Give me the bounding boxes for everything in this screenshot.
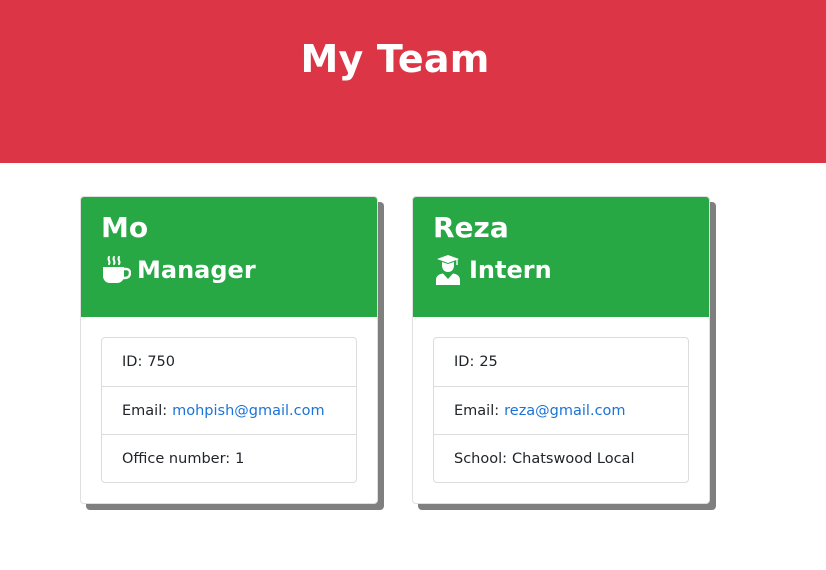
page-title: My Team: [300, 36, 490, 81]
employee-role-label: Intern: [469, 256, 552, 284]
employee-name: Mo: [101, 211, 149, 244]
list-item-id: ID: 25: [434, 338, 688, 386]
user-graduate-icon: [433, 255, 463, 285]
employee-role-label: Manager: [137, 256, 256, 284]
card-body: ID: 25 Email: reza@gmail.com School: Cha…: [413, 317, 709, 503]
employee-role: Intern: [433, 255, 689, 285]
page-header: My Team: [0, 0, 826, 163]
office-number-label: Office number:: [122, 450, 231, 467]
employee-card-manager: Mo Manager ID: 750 Email: mohpish@gmail.…: [80, 196, 378, 504]
card-body: ID: 750 Email: mohpish@gmail.com Office …: [81, 317, 377, 503]
email-link[interactable]: mohpish@gmail.com: [172, 403, 325, 419]
id-label: ID:: [454, 354, 475, 370]
id-value: 25: [479, 354, 498, 370]
card-header: Mo Manager: [81, 197, 377, 317]
employee-card-intern: Reza Intern ID: 25 Email: reza@gmail.com: [412, 196, 710, 504]
email-link[interactable]: reza@gmail.com: [504, 403, 625, 419]
card-header: Reza Intern: [413, 197, 709, 317]
details-list: ID: 25 Email: reza@gmail.com School: Cha…: [433, 337, 689, 483]
details-list: ID: 750 Email: mohpish@gmail.com Office …: [101, 337, 357, 483]
mug-hot-icon: [101, 255, 132, 285]
employee-name: Reza: [433, 211, 509, 244]
email-label: Email:: [122, 402, 168, 419]
list-item-email: Email: reza@gmail.com: [434, 386, 688, 434]
list-item-office-number: Office number: 1: [102, 434, 356, 482]
email-label: Email:: [454, 402, 500, 419]
id-label: ID:: [122, 354, 143, 370]
school-value: Chatswood Local: [512, 450, 635, 467]
employee-role: Manager: [101, 255, 357, 285]
list-item-id: ID: 750: [102, 338, 356, 386]
office-number-value: 1: [235, 450, 245, 467]
school-label: School:: [454, 450, 508, 467]
id-value: 750: [147, 354, 176, 370]
list-item-email: Email: mohpish@gmail.com: [102, 386, 356, 434]
list-item-school: School: Chatswood Local: [434, 434, 688, 482]
